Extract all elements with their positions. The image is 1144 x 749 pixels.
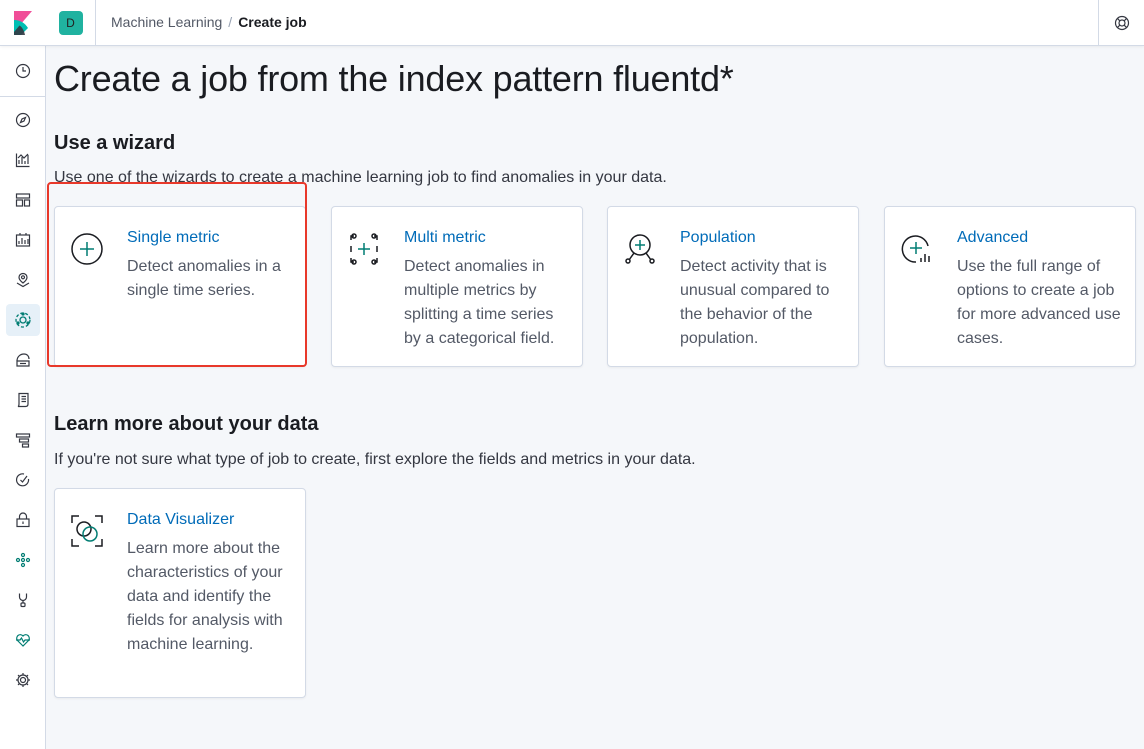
wizard-section-description: Use one of the wizards to create a machi…	[54, 169, 667, 186]
nav-machine-learning[interactable]	[0, 304, 46, 336]
card-description: Detect activity that is unusual compared…	[680, 258, 830, 347]
multi-metric-card[interactable]: Multi metric Detect anomalies in multipl…	[331, 206, 583, 367]
learn-section-description: If you're not sure what type of job to c…	[54, 451, 696, 468]
card-description: Detect anomalies in a single time series…	[127, 258, 281, 299]
learn-section-title: Learn more about your data	[54, 413, 319, 435]
help-button[interactable]	[1098, 0, 1144, 46]
nav-canvas[interactable]	[0, 224, 46, 256]
card-title[interactable]: Multi metric	[404, 229, 486, 247]
apm-icon	[15, 433, 31, 448]
infrastructure-icon	[16, 353, 30, 367]
compass-icon	[15, 112, 31, 128]
nav-management[interactable]	[0, 664, 46, 696]
nav-divider	[0, 96, 46, 97]
help-lifebuoy-icon	[1114, 15, 1129, 31]
single-metric-icon	[69, 231, 105, 267]
breadcrumb-machine-learning[interactable]: Machine Learning	[111, 14, 222, 30]
space-selector[interactable]: D	[46, 0, 96, 46]
nav-logs[interactable]	[0, 384, 46, 416]
population-icon	[622, 231, 658, 267]
nav-uptime[interactable]	[0, 464, 46, 496]
uptime-icon	[15, 473, 30, 487]
breadcrumb-separator: /	[228, 14, 233, 30]
main-content: Create a job from the index pattern flue…	[47, 46, 1144, 749]
side-navigation	[0, 46, 46, 749]
nav-apm[interactable]	[0, 424, 46, 456]
nav-infrastructure[interactable]	[0, 344, 46, 376]
card-title[interactable]: Single metric	[127, 229, 219, 247]
wizard-section-title: Use a wizard	[54, 132, 176, 154]
data-visualizer-card[interactable]: Data Visualizer Learn more about the cha…	[54, 488, 306, 698]
nav-maps[interactable]	[0, 264, 46, 296]
clock-icon	[15, 63, 31, 79]
nav-recently-viewed[interactable]	[0, 55, 46, 87]
gear-icon	[16, 673, 30, 687]
logs-icon	[17, 392, 29, 408]
multi-metric-icon	[346, 231, 382, 267]
population-card[interactable]: Population Detect activity that is unusu…	[607, 206, 859, 367]
graph-icon	[15, 552, 31, 568]
card-title[interactable]: Population	[680, 229, 756, 247]
breadcrumb-create-job: Create job	[238, 14, 307, 30]
monitoring-icon	[16, 634, 30, 647]
nav-visualize[interactable]	[0, 144, 46, 176]
nav-dev-tools[interactable]	[0, 584, 46, 616]
siem-icon	[16, 512, 30, 528]
machine-learning-icon	[15, 312, 31, 328]
card-description: Use the full range of options to create …	[957, 258, 1121, 347]
space-avatar[interactable]: D	[58, 11, 83, 35]
visualize-icon	[15, 153, 30, 168]
nav-discover[interactable]	[0, 104, 46, 136]
maps-icon	[16, 272, 30, 288]
canvas-icon	[15, 233, 31, 247]
card-description: Learn more about the characteristics of …	[127, 540, 283, 653]
nav-siem[interactable]	[0, 504, 46, 536]
page-title: Create a job from the index pattern flue…	[54, 58, 734, 99]
nav-monitoring[interactable]	[0, 624, 46, 656]
nav-dashboard[interactable]	[0, 184, 46, 216]
card-title[interactable]: Data Visualizer	[127, 511, 234, 529]
top-header: D Machine Learning / Create job	[0, 0, 1144, 46]
single-metric-card[interactable]: Single metric Detect anomalies in a sing…	[54, 206, 306, 367]
breadcrumb: Machine Learning / Create job	[111, 14, 307, 30]
dashboard-icon	[15, 193, 31, 207]
card-description: Detect anomalies in multiple metrics by …	[404, 258, 555, 347]
kibana-logo[interactable]	[0, 0, 46, 46]
advanced-icon	[899, 231, 935, 267]
advanced-card[interactable]: Advanced Use the full range of options t…	[884, 206, 1136, 367]
card-title[interactable]: Advanced	[957, 229, 1028, 247]
data-visualizer-icon	[69, 513, 105, 549]
nav-graph[interactable]	[0, 544, 46, 576]
dev-tools-icon	[18, 593, 28, 608]
